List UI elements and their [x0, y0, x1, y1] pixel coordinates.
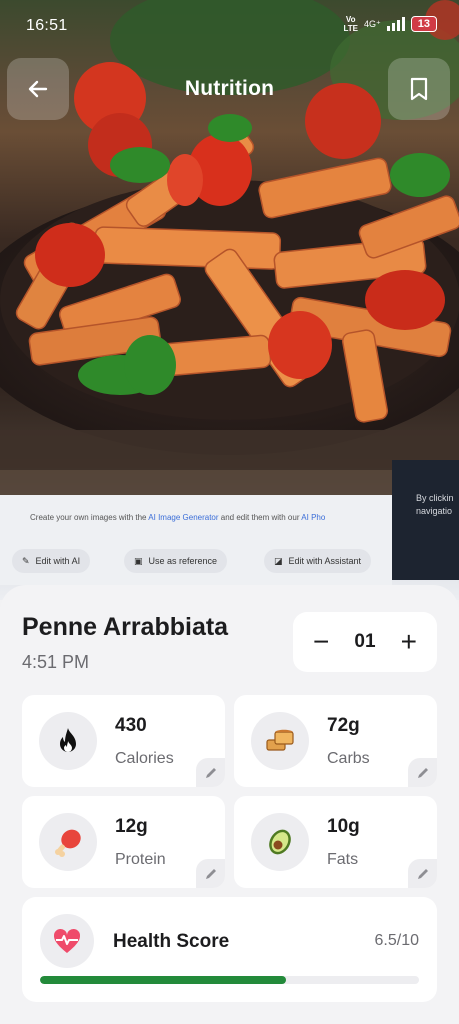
screenshot-strip: Create your own images with the AI Image…	[0, 495, 392, 585]
strip-caption: Create your own images with the AI Image…	[30, 513, 326, 522]
status-bar: 16:51 Vo LTE 4G⁺ 13	[0, 0, 459, 52]
health-score-card: Health Score 6.5/10	[22, 897, 437, 1002]
pencil-icon	[417, 767, 428, 778]
edit-protein-button[interactable]	[196, 859, 225, 888]
health-score-bar	[40, 976, 287, 984]
pill-use-reference: ▣ Use as reference	[124, 549, 228, 573]
status-icons: Vo LTE 4G⁺ 13	[343, 15, 437, 33]
pill-edit-ai: ✎ Edit with AI	[12, 549, 91, 573]
health-score-title: Health Score	[113, 931, 230, 952]
fats-card[interactable]: 10g Fats	[234, 796, 437, 888]
battery-icon: 13	[410, 16, 437, 32]
image-icon: ▣	[134, 555, 143, 566]
fats-value: 10g	[327, 816, 360, 837]
calories-card[interactable]: 430 Calories	[22, 695, 225, 787]
health-score-track	[40, 976, 419, 984]
increase-button[interactable]: +	[401, 628, 417, 656]
volte-indicator: Vo LTE	[343, 15, 358, 33]
bread-icon	[251, 712, 309, 770]
status-time: 16:51	[26, 17, 68, 34]
side-text-2: navigatio	[416, 506, 453, 516]
calories-label: Calories	[115, 750, 174, 767]
flame-icon	[39, 712, 97, 770]
chat-icon: ◪	[274, 555, 283, 566]
edit-fats-button[interactable]	[408, 859, 437, 888]
pencil-icon	[205, 767, 216, 778]
edit-calories-button[interactable]	[196, 758, 225, 787]
protein-value: 12g	[115, 816, 148, 837]
nutrition-sheet: Penne Arrabbiata 4:51 PM − 01 + 430 Calo…	[0, 585, 459, 1024]
dish-name: Penne Arrabbiata	[22, 613, 229, 641]
carbs-card[interactable]: 72g Carbs	[234, 695, 437, 787]
quantity-stepper: − 01 +	[293, 612, 437, 672]
dish-time: 4:51 PM	[22, 652, 90, 672]
fats-label: Fats	[327, 851, 359, 868]
heart-pulse-icon	[40, 914, 94, 968]
decrease-button[interactable]: −	[313, 628, 329, 656]
side-text-1: By clickin	[416, 493, 454, 503]
health-score-value: 6.5/10	[374, 932, 419, 949]
bookmark-button[interactable]	[388, 58, 450, 120]
carbs-label: Carbs	[327, 750, 370, 767]
pill-edit-assistant: ◪ Edit with Assistant	[264, 549, 372, 573]
quantity-value: 01	[354, 631, 376, 652]
signal-icon	[386, 17, 405, 31]
protein-card[interactable]: 12g Protein	[22, 796, 225, 888]
protein-label: Protein	[115, 851, 166, 868]
screenshot-dark-panel: By clickin navigatio	[392, 460, 459, 580]
calories-value: 430	[115, 715, 147, 736]
pencil-icon	[417, 868, 428, 879]
bookmark-icon	[410, 77, 428, 101]
network-type: 4G⁺	[363, 18, 381, 29]
edit-icon: ✎	[22, 555, 30, 566]
avocado-icon	[251, 813, 309, 871]
drumstick-icon	[39, 813, 97, 871]
edit-carbs-button[interactable]	[408, 758, 437, 787]
carbs-value: 72g	[327, 715, 360, 736]
pencil-icon	[205, 868, 216, 879]
